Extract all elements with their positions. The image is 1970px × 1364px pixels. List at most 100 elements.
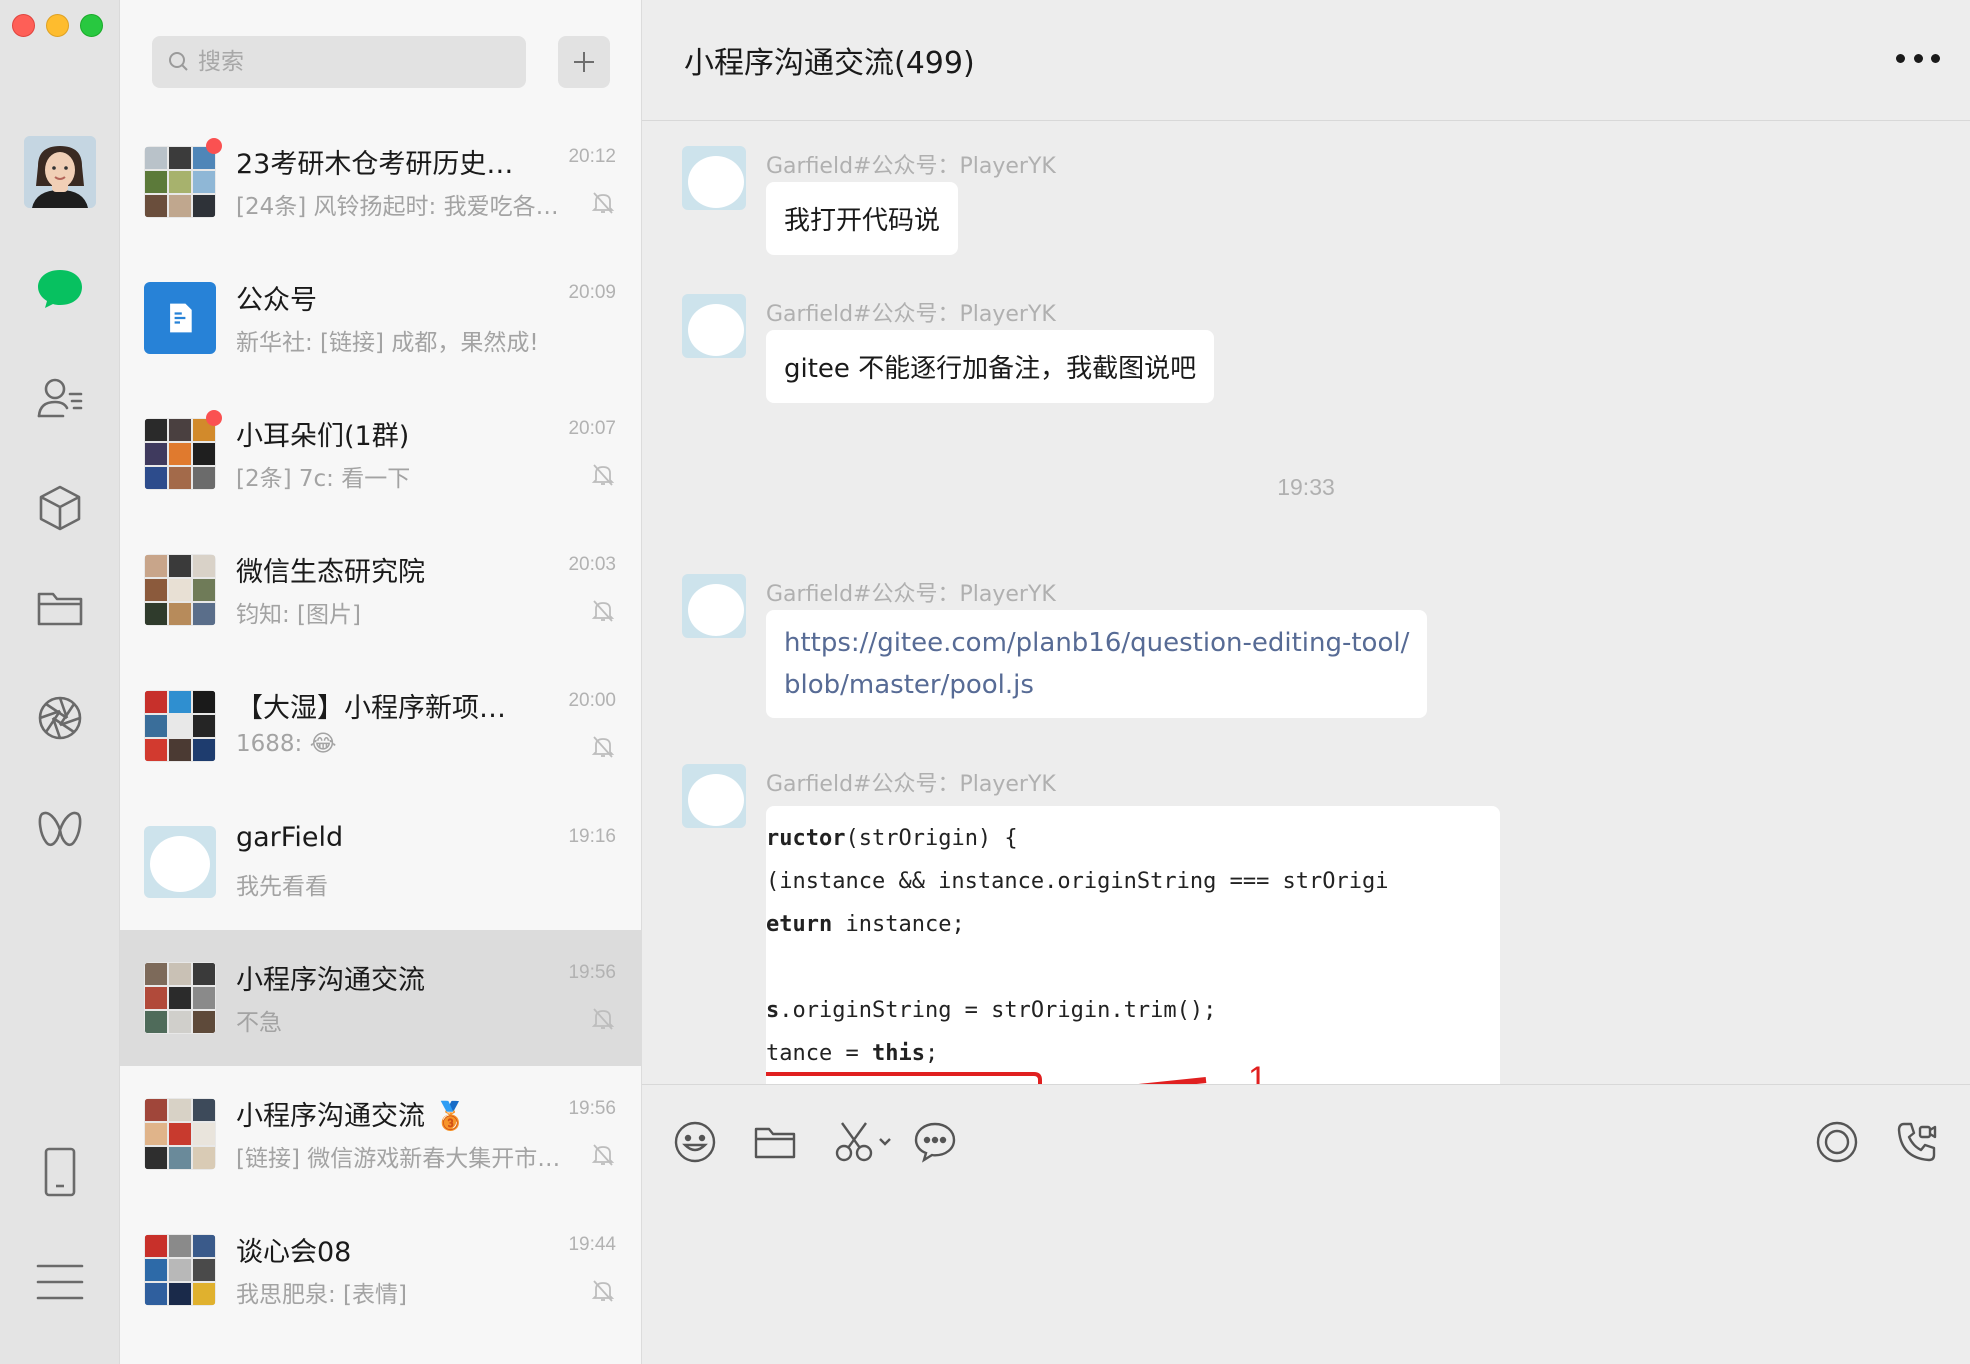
nav-rail bbox=[0, 0, 120, 1364]
chat-title: 小程序沟通交流(499) bbox=[684, 46, 975, 81]
mute-bell-icon bbox=[591, 464, 615, 486]
chat-list-item[interactable]: 小程序沟通交流 🥉 19:56 [链接] 微信游戏新春大集开市… bbox=[120, 1066, 642, 1202]
chat-time: 19:16 bbox=[568, 826, 616, 847]
plus-icon bbox=[574, 52, 594, 72]
window-controls bbox=[12, 14, 103, 37]
screenshot-button[interactable] bbox=[832, 1117, 902, 1167]
chat-preview: 钧知: [图片] bbox=[236, 602, 362, 628]
chat-list-item[interactable]: 【大湿】小程序新项… 20:00 1688: 😂 bbox=[120, 658, 642, 794]
phone-icon[interactable] bbox=[30, 1142, 90, 1202]
sender-avatar[interactable] bbox=[682, 146, 746, 210]
contacts-icon[interactable] bbox=[30, 368, 90, 428]
close-window-button[interactable] bbox=[12, 14, 35, 37]
start-chat-button[interactable] bbox=[558, 36, 610, 88]
search-field[interactable] bbox=[198, 49, 498, 75]
mute-bell-icon bbox=[591, 1144, 615, 1166]
files-icon[interactable] bbox=[30, 578, 90, 638]
chat-time: 20:07 bbox=[568, 418, 616, 439]
chat-name: 小程序沟通交流 🥉 bbox=[236, 1101, 468, 1132]
conversation-list: 23考研木仓考研历史… 20:12 [24条] 风铃扬起时: 我爱吃各… 公众号… bbox=[120, 0, 642, 1364]
chat-preview: [2条] 7c: 看一下 bbox=[236, 466, 411, 492]
moments-icon[interactable] bbox=[30, 688, 90, 748]
chats-icon[interactable] bbox=[30, 258, 90, 318]
message-bubble[interactable]: gitee 不能逐行加备注，我截图说吧 bbox=[766, 330, 1215, 403]
chat-time: 19:56 bbox=[568, 1098, 616, 1119]
chat-time: 20:09 bbox=[568, 282, 616, 303]
code-line: tance = this; bbox=[766, 1041, 939, 1066]
phone-video-icon bbox=[1897, 1122, 1937, 1162]
chat-preview: 不急 bbox=[236, 1010, 282, 1036]
chat-name: 小程序沟通交流 bbox=[236, 965, 425, 996]
chat-name: 微信生态研究院 bbox=[236, 557, 425, 588]
chat-time: 19:56 bbox=[568, 962, 616, 983]
time-divider: 19:33 bbox=[1277, 474, 1335, 500]
mute-bell-icon bbox=[591, 1280, 615, 1302]
chat-preview: [24条] 风铃扬起时: 我爱吃各… bbox=[236, 194, 559, 220]
chat-time: 19:44 bbox=[568, 1234, 616, 1255]
more-dot-icon bbox=[1896, 53, 1905, 63]
official-accounts-avatar bbox=[144, 282, 216, 354]
search-icon bbox=[169, 52, 188, 71]
mute-bell-icon bbox=[591, 736, 615, 758]
message-list: Garfield#公众号：PlayerYK 我打开代码说 Garfield#公众… bbox=[642, 122, 1970, 1084]
chat-list-item[interactable]: garField 19:16 我先看看 bbox=[120, 794, 642, 930]
chat-list-item[interactable]: 23考研木仓考研历史… 20:12 [24条] 风铃扬起时: 我爱吃各… bbox=[120, 114, 642, 250]
group-avatar bbox=[144, 146, 216, 218]
link-text-line[interactable]: https://gitee.com/planb16/question-editi… bbox=[784, 622, 1409, 664]
chat-list-item[interactable]: 微信生态研究院 20:03 钧知: [图片] bbox=[120, 522, 642, 658]
chat-history-button[interactable] bbox=[910, 1117, 960, 1167]
chat-preview: 1688: 😂 bbox=[236, 731, 337, 757]
chat-name: 小耳朵们(1群) bbox=[236, 421, 410, 452]
chat-preview: [链接] 微信游戏新春大集开市… bbox=[236, 1146, 561, 1172]
chat-name: 谈心会08 bbox=[236, 1237, 352, 1268]
sender-name: Garfield#公众号：PlayerYK bbox=[766, 582, 1056, 607]
message-bubble[interactable]: 我打开代码说 bbox=[766, 182, 959, 255]
sender-name: Garfield#公众号：PlayerYK bbox=[766, 154, 1056, 179]
group-avatar bbox=[144, 962, 216, 1034]
chat-preview: 我先看看 bbox=[236, 874, 328, 900]
chat-header: 小程序沟通交流(499) bbox=[642, 0, 1970, 121]
mute-bell-icon bbox=[591, 192, 615, 214]
link-text-line[interactable]: blob/master/pool.js bbox=[784, 664, 1409, 706]
code-line: s.originString = strOrigin.trim(); bbox=[766, 998, 1217, 1023]
chat-list-item[interactable]: 谈心会08 19:44 我思肥泉: [表情] bbox=[120, 1202, 642, 1338]
sender-name: Garfield#公众号：PlayerYK bbox=[766, 302, 1056, 327]
annotation-arrow-icon bbox=[766, 1072, 1207, 1084]
message-input-area[interactable] bbox=[642, 1084, 1970, 1364]
menu-icon[interactable] bbox=[30, 1252, 90, 1312]
sender-avatar[interactable] bbox=[682, 764, 746, 828]
call-button[interactable] bbox=[1892, 1117, 1942, 1167]
search-input[interactable] bbox=[152, 36, 526, 88]
more-dot-icon bbox=[1913, 53, 1923, 63]
minimize-window-button[interactable] bbox=[46, 14, 69, 37]
annotation-number: 1 bbox=[1248, 1060, 1267, 1084]
chat-name: 公众号 bbox=[236, 285, 317, 316]
link-message-bubble[interactable]: https://gitee.com/planb16/question-editi… bbox=[766, 610, 1428, 718]
chat-preview: 新华社: [链接] 成都，果然成! bbox=[236, 330, 539, 356]
chat-name: 【大湿】小程序新项… bbox=[236, 693, 506, 724]
emoji-button[interactable] bbox=[670, 1117, 720, 1167]
live-icon bbox=[1816, 1121, 1858, 1163]
more-options-button[interactable] bbox=[1896, 46, 1940, 70]
code-screenshot-image[interactable]: ructor(strOrigin) { (instance && instanc… bbox=[766, 806, 1500, 1084]
zoom-window-button[interactable] bbox=[80, 14, 103, 37]
my-avatar[interactable] bbox=[24, 136, 96, 208]
chat-bubble-icon bbox=[914, 1122, 956, 1163]
mini-programs-icon[interactable] bbox=[30, 478, 90, 538]
emoji-icon bbox=[674, 1121, 716, 1163]
chat-list-item[interactable]: 公众号 20:09 新华社: [链接] 成都，果然成! bbox=[120, 250, 642, 386]
chat-list-item-selected[interactable]: 小程序沟通交流 19:56 不急 bbox=[120, 930, 642, 1066]
sender-avatar[interactable] bbox=[682, 294, 746, 358]
sender-name: Garfield#公众号：PlayerYK bbox=[766, 772, 1056, 797]
mute-bell-icon bbox=[591, 600, 615, 622]
group-avatar bbox=[144, 1098, 216, 1170]
unread-dot bbox=[206, 410, 222, 426]
live-button[interactable] bbox=[1812, 1117, 1862, 1167]
sender-avatar[interactable] bbox=[682, 574, 746, 638]
channels-icon[interactable] bbox=[30, 800, 90, 860]
chat-list-item[interactable]: 小耳朵们(1群) 20:07 [2条] 7c: 看一下 bbox=[120, 386, 642, 522]
send-file-button[interactable] bbox=[750, 1117, 800, 1167]
scissors-icon bbox=[835, 1122, 891, 1162]
chat-time: 20:12 bbox=[568, 146, 616, 167]
code-line: ructor(strOrigin) { bbox=[766, 826, 1018, 851]
